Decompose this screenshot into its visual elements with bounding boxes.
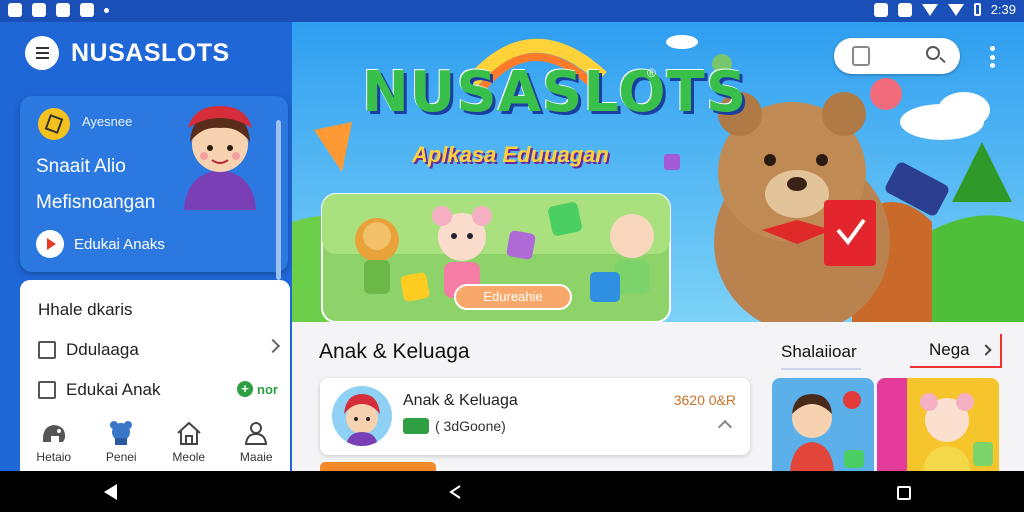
sidebar-header: NUSASLOTS xyxy=(0,22,292,84)
see-all-underline xyxy=(781,368,861,370)
girl-illustration xyxy=(184,106,256,210)
tab-hetaio[interactable]: Hetaio xyxy=(24,420,84,464)
image-icon xyxy=(80,3,94,17)
promo-line2: Mefisnoangan xyxy=(36,192,156,213)
hero-logo: NUSASLOTS xyxy=(362,60,748,125)
app-price: 3620 0&R xyxy=(673,392,736,408)
thumbnail-card[interactable] xyxy=(772,378,874,472)
promo-cta-label: Edukai Anaks xyxy=(74,235,165,253)
person-icon xyxy=(245,422,268,445)
promo-card[interactable]: Ayesnee Snaait Alio Mefisnoangan Edukai … xyxy=(20,96,288,272)
filter-card: Hhale dkaris Ddulaaga Edukai Anak + nor … xyxy=(20,280,290,480)
nega-button[interactable]: Nega xyxy=(910,334,1002,368)
thumbnail-card[interactable] xyxy=(877,378,999,472)
baby-thumbnail xyxy=(877,378,993,472)
search-icon[interactable] xyxy=(926,46,940,60)
app-title: NUSASLOTS xyxy=(71,38,230,67)
filter-item[interactable]: Ddulaaga xyxy=(38,338,281,362)
app-name: Anak & Keluaga xyxy=(403,392,518,409)
category-tag xyxy=(403,418,429,434)
promo-scrollbar[interactable] xyxy=(276,120,281,280)
wifi-icon xyxy=(921,3,938,16)
navigation-bar xyxy=(0,471,1024,512)
hero-chip[interactable]: Edureahie xyxy=(454,284,572,310)
main-content: Anak & Keluaga Shalaiioar Nega Anak & Ke… xyxy=(292,322,1024,472)
filter-title: Hhale dkaris xyxy=(38,300,133,319)
kebab-icon xyxy=(990,46,995,51)
tab-maaie[interactable]: Maaie xyxy=(226,420,286,464)
search-pill xyxy=(834,38,960,74)
shield-icon xyxy=(56,3,70,17)
filter-item[interactable]: Edukai Anak + nor xyxy=(38,378,278,402)
registered-mark: ® xyxy=(647,66,656,80)
toy-icon xyxy=(110,421,133,445)
clock: 2:39 xyxy=(990,2,1016,17)
signal-icon xyxy=(947,3,964,16)
new-badge: + nor xyxy=(237,381,278,397)
elephant-icon xyxy=(42,425,65,442)
child-thumbnail xyxy=(790,391,864,472)
back-button-icon[interactable] xyxy=(104,484,117,500)
battery-icon xyxy=(973,3,981,16)
chevron-right-icon xyxy=(265,338,281,354)
boy-illustration xyxy=(344,394,380,446)
plus-icon: + xyxy=(237,381,254,397)
promo-small-label: Ayesnee xyxy=(82,114,133,129)
filter-item-label: Edukai Anak xyxy=(66,380,161,399)
recent-apps-icon[interactable] xyxy=(897,486,911,500)
app-meta-label: ( 3dGoone) xyxy=(435,418,506,434)
checkbox[interactable] xyxy=(38,341,56,359)
tab-label: Meole xyxy=(172,450,206,464)
sidebar: NUSASLOTS Ayesnee Snaait Alio Mefisnoang… xyxy=(0,22,292,480)
promo-cta[interactable]: Edukai Anaks xyxy=(36,230,165,258)
section-title: Anak & Keluaga xyxy=(319,340,470,363)
chevron-up-icon[interactable] xyxy=(717,419,733,435)
nega-label: Nega xyxy=(929,340,970,359)
tab-penei[interactable]: Penei xyxy=(91,420,151,464)
file-icon xyxy=(32,3,46,17)
tab-label: Maaie xyxy=(239,450,273,464)
sync-icon xyxy=(8,3,22,17)
tab-meole[interactable]: Meole xyxy=(159,420,219,464)
chevron-right-icon xyxy=(980,344,992,356)
hero-subtitle: Aplkasa Eduuagan xyxy=(412,142,609,167)
menu-button[interactable] xyxy=(25,36,59,70)
app-meta: ( 3dGoone) xyxy=(403,418,506,434)
more-options-button[interactable] xyxy=(990,46,996,68)
sidebar-tabs: Hetaio Penei Meole Maaie xyxy=(20,420,290,464)
home-nav-icon[interactable] xyxy=(448,484,462,500)
app-avatar xyxy=(332,386,392,446)
app-card[interactable]: Anak & Keluaga ( 3dGoone) 3620 0&R xyxy=(320,378,750,455)
play-icon xyxy=(36,230,64,258)
menu-icon xyxy=(35,47,49,49)
wallet-icon xyxy=(38,108,70,140)
promo-line1: Snaait Alio xyxy=(36,156,126,177)
checkbox[interactable] xyxy=(38,381,56,399)
filter-item-label: Ddulaaga xyxy=(66,340,139,359)
home-icon xyxy=(177,421,201,445)
sim-icon xyxy=(897,2,912,17)
status-bar: 2:39 xyxy=(0,0,1024,22)
tab-label: Hetaio xyxy=(36,450,72,464)
bluetooth-icon xyxy=(873,2,888,17)
dot-icon xyxy=(104,8,109,13)
see-all-link[interactable]: Shalaiioar xyxy=(781,342,857,362)
cart-icon[interactable] xyxy=(852,46,870,66)
tab-label: Penei xyxy=(105,450,137,464)
hero-banner[interactable]: NUSASLOTS ® Aplkasa Eduuagan Edureahie xyxy=(292,22,1024,322)
